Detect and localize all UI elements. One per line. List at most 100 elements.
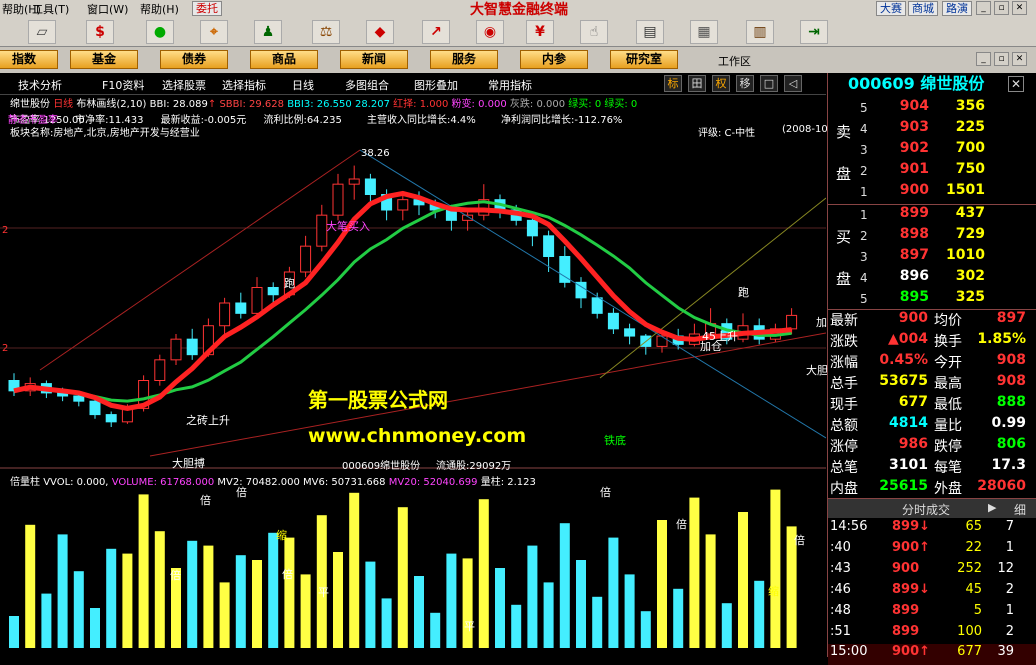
stat-row: 涨跌 ▲004 换手 1.85% (828, 331, 1036, 352)
left-button[interactable]: ◁ (784, 75, 802, 92)
palette-icon[interactable]: ◆ (366, 20, 394, 44)
volume-bar (219, 582, 230, 648)
hand-icon[interactable]: ☝ (580, 20, 608, 44)
sell-row: 2 901 750 (828, 161, 1036, 182)
tick-time: 14:56 (830, 519, 868, 534)
shop-button[interactable]: 商城 (908, 1, 938, 16)
grid-button[interactable]: 田 (688, 75, 706, 92)
dasai-button[interactable]: 大赛 (876, 1, 906, 16)
lvl: 1 (860, 185, 868, 199)
mark-button[interactable]: 标 (664, 75, 682, 92)
high-label: 38.26 (361, 148, 390, 159)
tab-multi[interactable]: 多图组合 (345, 77, 389, 93)
volume-bar (770, 489, 781, 648)
tick-time: :46 (830, 582, 851, 597)
stat-value: 0.99 (991, 415, 1026, 431)
menu-help[interactable]: 帮助(H) (140, 1, 179, 17)
tab-f10[interactable]: F10资料 (102, 77, 144, 93)
tab-select-indicator[interactable]: 选择指标 (222, 77, 266, 93)
traffic-icon[interactable]: ● (146, 20, 174, 44)
price-tick-marker: 2 (2, 225, 9, 236)
dollar-icon[interactable]: $ (86, 20, 114, 44)
mode-bond[interactable]: 债券 (160, 50, 228, 69)
square-button[interactable]: □ (760, 75, 778, 92)
ruler-icon[interactable]: ▱ (28, 20, 56, 44)
candle-body (105, 414, 117, 423)
ticks-title[interactable]: 分时成交 (902, 501, 950, 518)
stat-value: 1.85% (977, 331, 1026, 347)
arrow-icon[interactable]: ↗ (422, 20, 450, 44)
restore-icon[interactable]: ▫ (994, 1, 1009, 15)
mode-service[interactable]: 服务 (430, 50, 498, 69)
stat-label: 总笔 (830, 460, 858, 476)
phone-icon[interactable]: ◉ (476, 20, 504, 44)
volume-bar (624, 574, 635, 648)
jiacang-label: 加仓 (700, 340, 722, 353)
mode-commodity[interactable]: 商品 (250, 50, 318, 69)
candle-body (397, 199, 409, 211)
trade-button[interactable]: 委托 (192, 1, 222, 16)
exit-icon[interactable]: ⇥ (800, 20, 828, 44)
tab-select-stock[interactable]: 选择股票 (162, 77, 206, 93)
panel-close-icon[interactable]: ✕ (1008, 76, 1024, 92)
tab-tech[interactable]: 技术分析 (18, 77, 62, 93)
vol-tag: 倍 (600, 486, 611, 499)
stat-label: 最低 (934, 397, 962, 413)
price: 897 (899, 247, 929, 263)
workarea-label[interactable]: 工作区 (718, 53, 751, 69)
menu-window[interactable]: 窗口(W) (87, 1, 128, 17)
vol-tag: 倍 (676, 518, 687, 531)
float-text: 流利比例:64.235 (263, 115, 342, 126)
menu-tools[interactable]: 工具(T) (32, 1, 69, 17)
ind-bbi: BBI: 28.089 (149, 99, 208, 110)
mode-insider[interactable]: 内参 (520, 50, 588, 69)
money-icon[interactable]: ¥ (526, 20, 554, 44)
sub-restore-icon[interactable]: ▫ (994, 52, 1009, 66)
vol-tag: 倍 (200, 494, 211, 507)
minimize-icon[interactable]: _ (976, 1, 991, 15)
vol-tag: 平 (464, 620, 475, 633)
ticks-arrow-icon[interactable]: ▶ (988, 501, 996, 514)
vol-mv20: MV20: 52040.699 (388, 477, 478, 488)
ticks-header: 分时成交 ▶ 细 (828, 498, 1036, 518)
stat-label: 内盘 (830, 481, 858, 497)
price: 902 (899, 140, 929, 156)
stat-value: 17.3 (991, 457, 1026, 473)
date-text: (2008-10 (782, 124, 828, 135)
ind-hongze: 红择: 1.000 (393, 99, 449, 110)
candle-body (89, 400, 101, 416)
tab-common[interactable]: 常用指标 (488, 77, 532, 93)
close-icon[interactable]: ✕ (1012, 1, 1027, 15)
sub-minimize-icon[interactable]: _ (976, 52, 991, 66)
price: 901 (899, 161, 929, 177)
volume-bar (576, 560, 586, 648)
sub-close-icon[interactable]: ✕ (1012, 52, 1027, 66)
chart-icon[interactable]: ♟ (254, 20, 282, 44)
tab-daily[interactable]: 日线 (292, 77, 314, 93)
candle-body (786, 314, 798, 330)
stat-label: 涨幅 (830, 355, 858, 371)
rights-button[interactable]: 权 (712, 75, 730, 92)
tick-price: 899↓ (892, 519, 931, 534)
grid-icon[interactable]: ▦ (690, 20, 718, 44)
roadshow-button[interactable]: 路演 (942, 1, 972, 16)
stat-row: 涨幅 0.45% 今开 908 (828, 352, 1036, 373)
volume-bar (430, 612, 441, 648)
trend-line (39, 149, 361, 371)
mode-research[interactable]: 研究室 (610, 50, 678, 69)
book-icon[interactable]: ▥ (746, 20, 774, 44)
mode-index[interactable]: 指数 (0, 50, 58, 69)
tick-count: 2 (1005, 624, 1014, 639)
binocular-icon[interactable]: ⌖ (200, 20, 228, 44)
move-button[interactable]: 移 (736, 75, 754, 92)
scale-icon[interactable]: ⚖ (312, 20, 340, 44)
mode-fund[interactable]: 基金 (70, 50, 138, 69)
tab-overlay[interactable]: 图形叠加 (414, 77, 458, 93)
news-icon[interactable]: ▤ (636, 20, 664, 44)
ticks-detail[interactable]: 细 (1014, 501, 1026, 518)
candle-body (300, 245, 312, 273)
tick-count: 7 (1005, 519, 1014, 534)
candle-body (170, 338, 182, 361)
lvl: 5 (860, 101, 868, 115)
mode-news[interactable]: 新闻 (340, 50, 408, 69)
